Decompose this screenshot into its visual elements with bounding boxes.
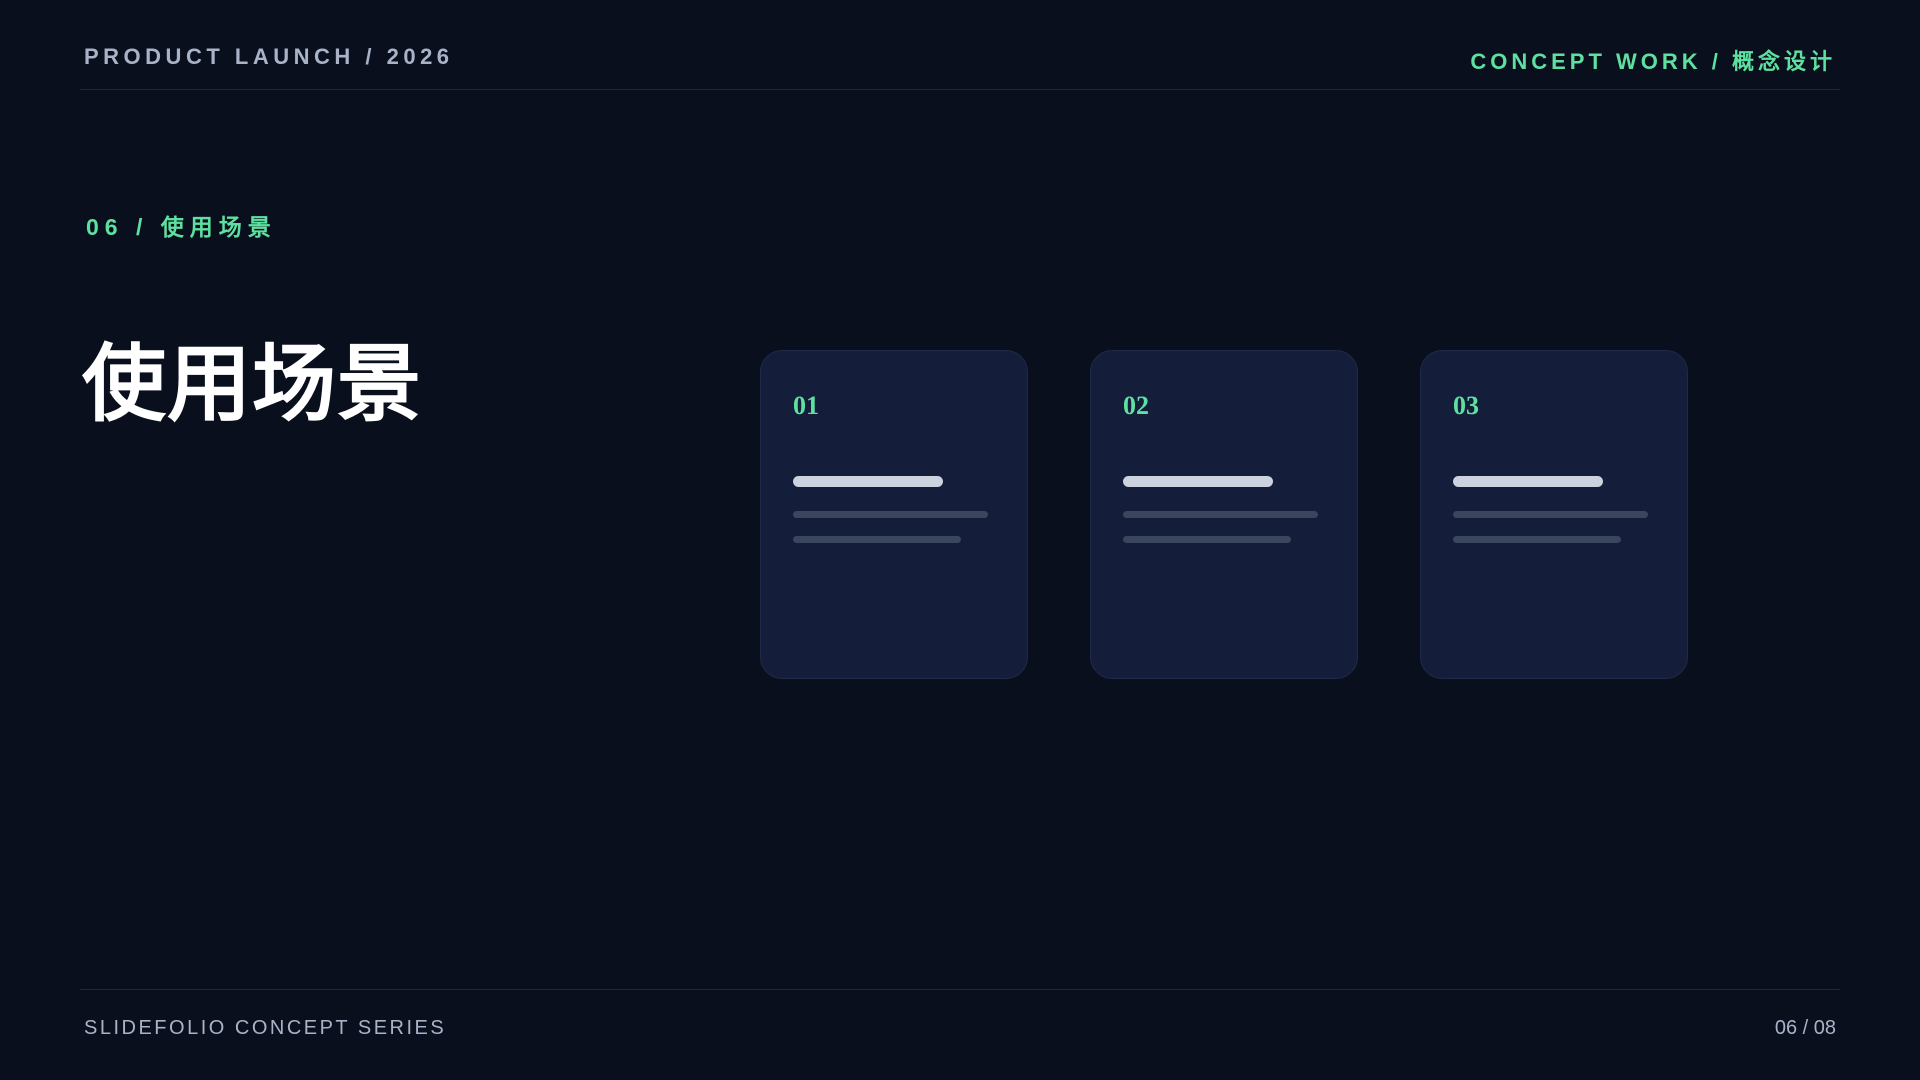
card-text-placeholder-line (1123, 536, 1291, 543)
card-text-placeholder-line (1453, 511, 1648, 518)
card-text-placeholder-line (793, 536, 961, 543)
page-title: 使用场景 (82, 337, 423, 431)
scenario-card-3: 03 (1420, 350, 1688, 679)
footer-divider (80, 989, 1840, 990)
header-project-label: PRODUCT LAUNCH / 2026 (84, 44, 454, 69)
card-title-placeholder (1123, 476, 1273, 487)
footer-series-label: SLIDEFOLIO CONCEPT SERIES (84, 1017, 447, 1039)
section-kicker: 06 / 使用场景 (86, 214, 277, 240)
card-text-placeholder-line (1453, 536, 1621, 543)
scenario-card-1: 01 (760, 350, 1028, 679)
card-text-placeholder-line (1123, 511, 1318, 518)
card-number: 02 (1123, 391, 1149, 420)
page-number: 06 / 08 (1774, 1017, 1836, 1039)
card-number: 03 (1453, 391, 1479, 420)
card-number: 01 (793, 391, 819, 420)
header-divider (80, 89, 1840, 90)
slide: PRODUCT LAUNCH / 2026 CONCEPT WORK / 概念设… (0, 0, 1920, 1080)
scenario-card-2: 02 (1090, 350, 1358, 679)
card-text-placeholder-line (793, 511, 988, 518)
header-category-label: CONCEPT WORK / 概念设计 (1470, 49, 1836, 74)
card-title-placeholder (1453, 476, 1603, 487)
card-title-placeholder (793, 476, 943, 487)
